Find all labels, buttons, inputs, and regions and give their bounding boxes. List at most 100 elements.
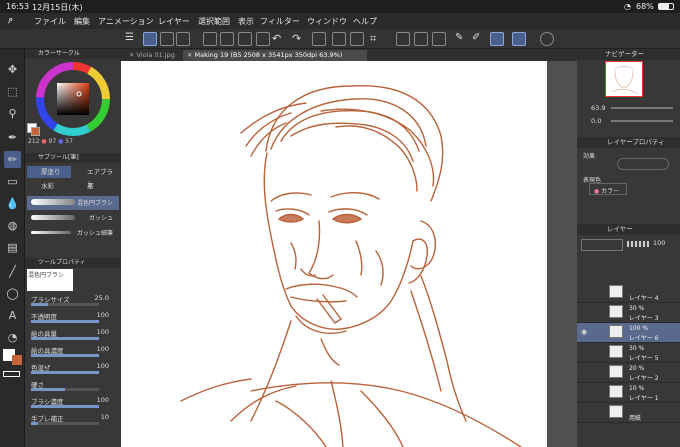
layer-row[interactable]: 10 % レイヤー 1 xyxy=(577,383,680,403)
subtool-group-thick-paint[interactable]: 厚塗り xyxy=(27,166,71,178)
effect-buttons[interactable] xyxy=(617,158,669,170)
navigator-preview[interactable] xyxy=(605,61,643,97)
expression-color-select[interactable]: ● カラー xyxy=(589,183,627,195)
pen-edit-icon[interactable]: ✐ xyxy=(472,32,486,46)
property-slider[interactable] xyxy=(31,405,99,408)
new-file-icon[interactable] xyxy=(203,32,217,46)
opacity-slider[interactable] xyxy=(627,241,649,247)
pen-check-icon[interactable]: ✎ xyxy=(455,32,469,46)
figure-tool-icon[interactable]: ╱ xyxy=(4,263,21,280)
move-tool-icon[interactable]: ✥ xyxy=(4,61,21,78)
tool-toggle-icon[interactable] xyxy=(143,32,157,46)
eyedropper-tool-icon[interactable]: ⚲ xyxy=(4,105,21,122)
brush-mode-icon[interactable] xyxy=(490,32,504,46)
layer-row[interactable]: レイヤー 4 xyxy=(577,283,680,303)
layers-toggle-icon[interactable] xyxy=(160,32,174,46)
layer-row[interactable]: ◉ 100 % レイヤー 6 xyxy=(577,323,680,343)
invert-selection-icon[interactable] xyxy=(432,32,446,46)
property-value[interactable]: 10 xyxy=(101,413,109,421)
save-icon[interactable] xyxy=(256,32,270,46)
tool-property-row[interactable]: ブラシ濃度 100 xyxy=(31,396,115,410)
select-all-icon[interactable] xyxy=(396,32,410,46)
undo-icon[interactable]: ↶ xyxy=(272,32,286,46)
property-slider[interactable] xyxy=(31,303,99,306)
subtool-group-watercolor[interactable]: 水彩 xyxy=(27,180,71,192)
subtool-group-ink[interactable]: 墨 xyxy=(73,180,119,192)
menu-file[interactable]: ファイル xyxy=(34,16,66,27)
deselect-icon[interactable] xyxy=(414,32,428,46)
brush-item-gouache[interactable]: ガッシュ xyxy=(27,211,119,225)
balloon-tool-icon[interactable]: ◔ xyxy=(4,329,21,346)
tab-making[interactable]: ✕ Making 19 (B5 2508 x 3541px 350dpi 63.… xyxy=(183,50,367,61)
navigator-rotation[interactable]: 0.0 xyxy=(591,117,601,125)
text-tool-icon[interactable]: A xyxy=(4,307,21,324)
property-slider[interactable] xyxy=(31,422,99,425)
menu-selection[interactable]: 選択範囲 xyxy=(198,16,230,27)
tool-property-row[interactable]: ブラシサイズ 25.0 xyxy=(31,294,115,308)
tool-property-row[interactable]: 絵の具濃度 100 xyxy=(31,345,115,359)
close-icon[interactable]: ✕ xyxy=(129,51,137,59)
tool-property-row[interactable]: 硬さ xyxy=(31,379,115,393)
sub-color-chip[interactable] xyxy=(31,127,40,136)
property-slider[interactable] xyxy=(31,371,99,374)
brush-item-mixed-circle[interactable]: 混色円ブラシ xyxy=(27,196,119,210)
brush-item-gouache-fine[interactable]: ガッシュ細筆 xyxy=(27,226,119,240)
redo-icon[interactable]: ↷ xyxy=(292,32,306,46)
eraser-tool-icon[interactable]: ▭ xyxy=(4,173,21,190)
layer-lock-buttons[interactable] xyxy=(581,255,677,267)
menu-layer[interactable]: レイヤー xyxy=(158,16,190,27)
gradient-tool-icon[interactable]: ▤ xyxy=(4,239,21,256)
fill-tool-icon[interactable]: ◍ xyxy=(4,217,21,234)
property-slider[interactable] xyxy=(31,320,99,323)
open-folder-icon[interactable] xyxy=(238,32,252,46)
tool-property-row[interactable]: 不透明度 100 xyxy=(31,311,115,325)
subtool-group-airbrush[interactable]: エアブラシ xyxy=(73,166,119,188)
pen-tool-icon[interactable]: ✒ xyxy=(4,129,21,146)
new-page-icon[interactable] xyxy=(220,32,234,46)
fill-icon[interactable] xyxy=(350,32,364,46)
rotation-slider[interactable] xyxy=(611,120,673,122)
zoom-slider[interactable] xyxy=(611,107,673,109)
menu-window[interactable]: ウィンドウ xyxy=(307,16,347,27)
layer-row[interactable]: 30 % レイヤー 5 xyxy=(577,343,680,363)
blend-tool-icon[interactable]: 💧 xyxy=(4,195,21,212)
menu-view[interactable]: 表示 xyxy=(238,16,254,27)
visibility-eye-icon[interactable]: ◉ xyxy=(581,328,587,336)
layer-row[interactable]: 20 % レイヤー 2 xyxy=(577,363,680,383)
hamburger-menu-icon[interactable]: ☰ xyxy=(125,32,139,46)
property-value[interactable]: 25.0 xyxy=(95,294,109,302)
menu-animation[interactable]: アニメーション xyxy=(98,16,154,27)
color-wheel[interactable] xyxy=(35,61,111,137)
property-value[interactable]: 100 xyxy=(97,328,109,336)
transform-icon[interactable] xyxy=(332,32,346,46)
layer-row[interactable]: 30 % レイヤー 3 xyxy=(577,303,680,323)
sub-color-swatch[interactable] xyxy=(12,355,22,365)
device-icon[interactable] xyxy=(512,32,526,46)
close-icon[interactable]: ✕ xyxy=(187,51,195,59)
property-value[interactable]: 100 xyxy=(97,311,109,319)
camera-icon[interactable] xyxy=(176,32,190,46)
layer-opacity-value[interactable]: 100 xyxy=(653,239,665,247)
drawing-canvas[interactable] xyxy=(121,61,547,447)
selection-tool-icon[interactable]: ⬚ xyxy=(4,83,21,100)
property-value[interactable]: 100 xyxy=(97,396,109,404)
tab-viola[interactable]: ✕ Viola 01.jpg xyxy=(125,50,185,61)
help-icon[interactable] xyxy=(540,32,554,46)
menu-edit[interactable]: 編集 xyxy=(74,16,90,27)
tool-property-row[interactable]: 手ブレ補正 10 xyxy=(31,413,115,427)
property-slider[interactable] xyxy=(31,388,99,391)
navigator-zoom[interactable]: 63.9 xyxy=(591,104,605,112)
property-value[interactable]: 100 xyxy=(97,362,109,370)
crop-icon[interactable]: ⌗ xyxy=(370,32,384,46)
transparent-color-swatch[interactable] xyxy=(3,371,20,377)
brush-tool-icon[interactable]: ✏ xyxy=(4,151,21,168)
property-slider[interactable] xyxy=(31,337,99,340)
menu-help[interactable]: ヘルプ xyxy=(353,16,377,27)
tool-property-row[interactable]: 絵の具量 100 xyxy=(31,328,115,342)
layer-row[interactable]: 用紙 xyxy=(577,403,680,423)
property-slider[interactable] xyxy=(31,354,99,357)
lasso-tool-icon[interactable]: ◯ xyxy=(4,285,21,302)
menu-filter[interactable]: フィルター xyxy=(260,16,300,27)
app-logo-icon[interactable]: ዖ xyxy=(8,16,13,26)
property-value[interactable]: 100 xyxy=(97,345,109,353)
